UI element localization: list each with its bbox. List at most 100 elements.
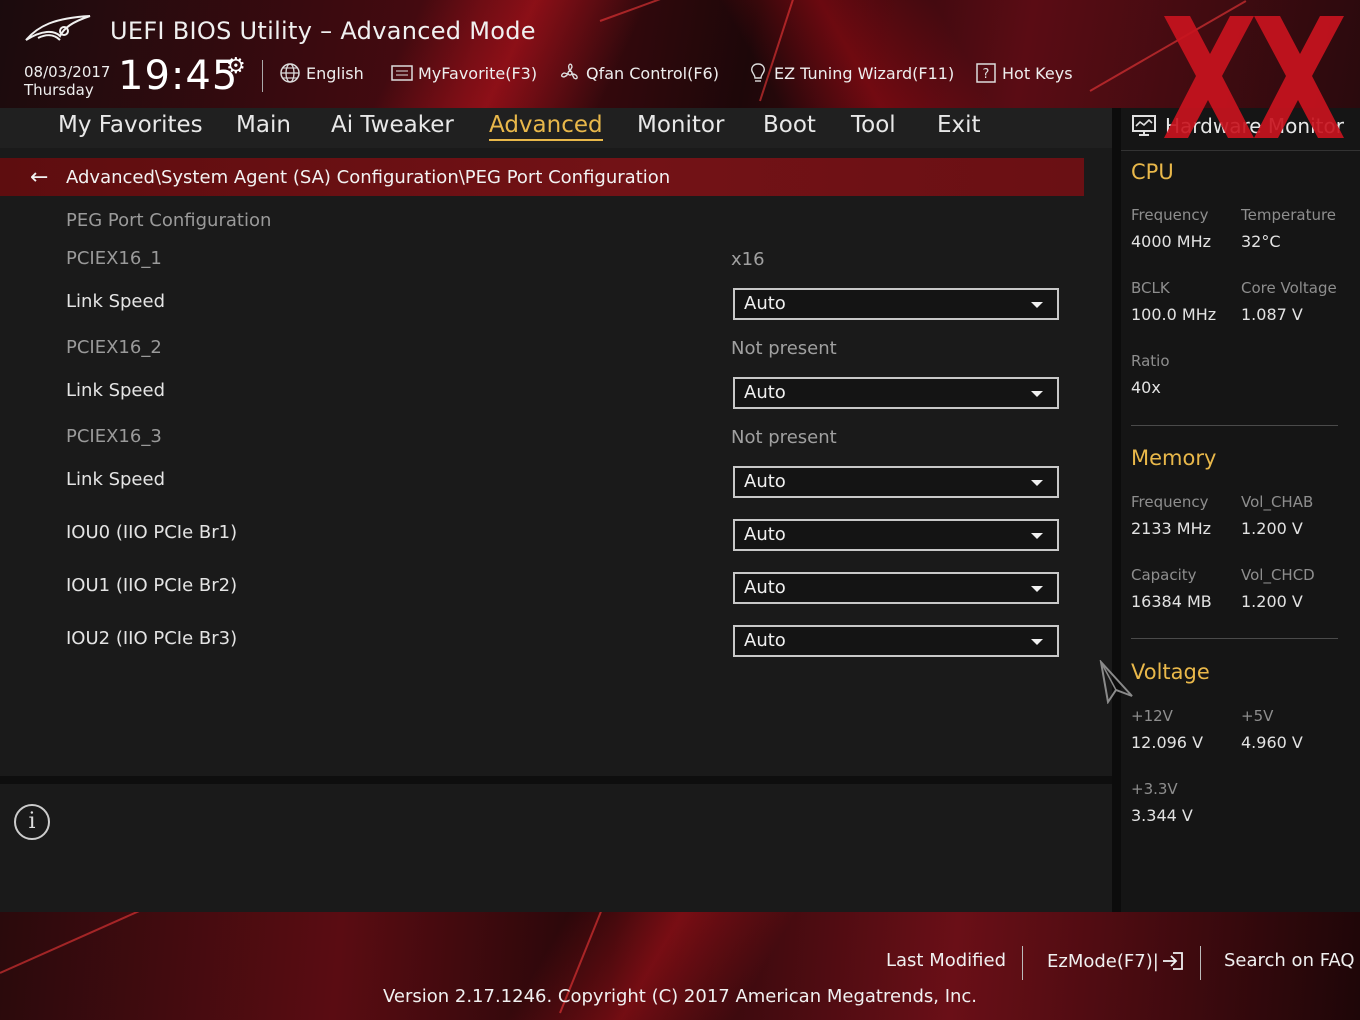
last-modified-button[interactable]: Last Modified	[886, 950, 1006, 971]
dropdown-value: Auto	[744, 471, 786, 492]
link-speed-2-dropdown[interactable]: Auto	[733, 377, 1059, 409]
settings-panel: ← Advanced\System Agent (SA) Configurati…	[0, 148, 1112, 768]
ez-tuning-wizard-button[interactable]: EZ Tuning Wizard(F11)	[746, 62, 954, 84]
chevron-down-icon	[1031, 586, 1043, 592]
mem-frequency-label: Frequency	[1131, 493, 1209, 511]
bclk-label: BCLK	[1131, 279, 1170, 297]
footer-separator	[1200, 946, 1201, 980]
dropdown-value: Auto	[744, 293, 786, 314]
tab-my-favorites[interactable]: My Favorites	[58, 112, 203, 138]
v12-label: +12V	[1131, 707, 1173, 725]
language-label: English	[306, 63, 364, 83]
hot-keys-label: Hot Keys	[1002, 63, 1073, 83]
footer-separator	[1022, 946, 1023, 980]
tab-boot[interactable]: Boot	[763, 112, 816, 138]
pciex16-1-label: PCIEX16_1	[66, 248, 162, 269]
cpu-frequency-label: Frequency	[1131, 206, 1209, 224]
dropdown-value: Auto	[744, 382, 786, 403]
iou1-dropdown[interactable]: Auto	[733, 572, 1059, 604]
watermark-logo	[1164, 16, 1344, 138]
ratio-value: 40x	[1131, 378, 1161, 397]
cpu-temperature-label: Temperature	[1241, 206, 1337, 224]
header-separator	[262, 60, 263, 92]
chevron-down-icon	[1031, 302, 1043, 308]
help-info-panel: i	[0, 776, 1112, 912]
qfan-label: Qfan Control(F6)	[586, 63, 719, 83]
favorite-list-icon	[390, 62, 414, 84]
globe-icon	[278, 62, 302, 84]
qfan-control-button[interactable]: Qfan Control(F6)	[558, 62, 719, 84]
app-title: UEFI BIOS Utility – Advanced Mode	[110, 17, 536, 45]
footer-decoration	[0, 912, 238, 974]
cpu-frequency-value: 4000 MHz	[1131, 232, 1212, 251]
link-speed-1-dropdown[interactable]: Auto	[733, 288, 1059, 320]
v5-label: +5V	[1241, 707, 1274, 725]
section-title: PEG Port Configuration	[66, 210, 272, 231]
iou0-label: IOU0 (IIO PCIe Br1)	[66, 522, 238, 543]
question-box-icon: ?	[974, 62, 998, 84]
memory-heading: Memory	[1131, 446, 1217, 470]
tab-tool[interactable]: Tool	[851, 112, 896, 138]
monitor-icon	[1132, 115, 1156, 136]
footer-bar: Last Modified EzMode(F7)| Search on FAQ …	[0, 912, 1360, 1020]
iou0-dropdown[interactable]: Auto	[733, 519, 1059, 551]
dropdown-value: Auto	[744, 577, 786, 598]
chevron-down-icon	[1031, 480, 1043, 486]
mem-frequency-value: 2133 MHz	[1131, 519, 1212, 538]
date-text: 08/03/2017	[24, 63, 111, 81]
hot-keys-button[interactable]: ? Hot Keys	[974, 62, 1073, 84]
core-voltage-value: 1.087 V	[1241, 305, 1303, 324]
language-button[interactable]: English	[278, 62, 364, 84]
pciex16-3-label: PCIEX16_3	[66, 426, 162, 447]
capacity-label: Capacity	[1131, 566, 1197, 584]
divider	[1121, 150, 1360, 151]
lightbulb-icon	[746, 62, 770, 84]
capacity-value: 16384 MB	[1131, 592, 1212, 611]
dropdown-value: Auto	[744, 630, 786, 651]
cpu-heading: CPU	[1131, 160, 1174, 184]
my-favorite-label: MyFavorite(F3)	[418, 63, 538, 83]
link-speed-2-label: Link Speed	[66, 380, 166, 401]
tab-exit[interactable]: Exit	[937, 112, 981, 138]
chevron-down-icon	[1031, 391, 1043, 397]
main-tab-bar: My Favorites Main Ai Tweaker Advanced Mo…	[0, 108, 1112, 148]
my-favorite-button[interactable]: MyFavorite(F3)	[390, 62, 537, 84]
tab-advanced[interactable]: Advanced	[489, 112, 603, 141]
vol-chab-label: Vol_CHAB	[1241, 493, 1314, 511]
bclk-value: 100.0 MHz	[1131, 305, 1217, 324]
link-speed-3-dropdown[interactable]: Auto	[733, 466, 1059, 498]
back-arrow-icon[interactable]: ←	[30, 165, 54, 190]
iou2-dropdown[interactable]: Auto	[733, 625, 1059, 657]
link-speed-1-label: Link Speed	[66, 291, 166, 312]
v12-value: 12.096 V	[1131, 733, 1204, 752]
rog-logo-icon	[25, 15, 91, 41]
v33-label: +3.3V	[1131, 780, 1178, 798]
ezmode-button[interactable]: EzMode(F7)|	[1047, 950, 1185, 972]
chevron-down-icon	[1031, 533, 1043, 539]
search-faq-button[interactable]: Search on FAQ	[1224, 950, 1355, 971]
pciex16-3-value: Not present	[731, 427, 837, 448]
tab-monitor[interactable]: Monitor	[637, 112, 724, 138]
header-decoration	[599, 0, 883, 22]
vol-chab-value: 1.200 V	[1241, 519, 1303, 538]
version-text: Version 2.17.1246. Copyright (C) 2017 Am…	[382, 986, 978, 1007]
link-speed-3-label: Link Speed	[66, 469, 166, 490]
breadcrumb: ← Advanced\System Agent (SA) Configurati…	[0, 158, 1084, 196]
svg-text:?: ?	[983, 67, 990, 82]
vol-chcd-label: Vol_CHCD	[1241, 566, 1315, 584]
mouse-pointer-icon	[1099, 660, 1133, 704]
ezmode-label: EzMode(F7)|	[1047, 950, 1159, 972]
cpu-temperature-value: 32°C	[1241, 232, 1281, 251]
tab-main[interactable]: Main	[236, 112, 291, 138]
voltage-heading: Voltage	[1131, 660, 1210, 684]
tab-ai-tweaker[interactable]: Ai Tweaker	[331, 112, 454, 138]
clock-time: 19:45	[118, 53, 239, 99]
exit-arrow-icon	[1162, 952, 1183, 970]
dropdown-value: Auto	[744, 524, 786, 545]
ez-tuning-label: EZ Tuning Wizard(F11)	[774, 63, 955, 83]
clock-settings-gear-icon[interactable]: ⚙	[226, 54, 246, 79]
info-icon: i	[14, 804, 50, 840]
v33-value: 3.344 V	[1131, 806, 1193, 825]
chevron-down-icon	[1031, 639, 1043, 645]
header-bar: UEFI BIOS Utility – Advanced Mode 08/03/…	[0, 0, 1360, 108]
